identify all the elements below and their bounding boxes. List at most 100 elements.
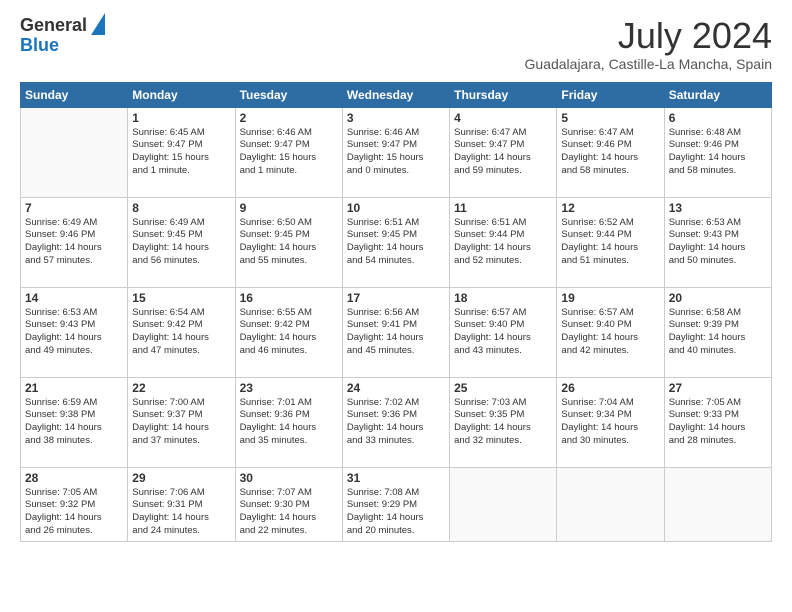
day-info: Sunrise: 6:57 AM Sunset: 9:40 PM Dayligh… [561, 307, 659, 358]
table-row: 21Sunrise: 6:59 AM Sunset: 9:38 PM Dayli… [21, 377, 128, 467]
table-row: 18Sunrise: 6:57 AM Sunset: 9:40 PM Dayli… [450, 287, 557, 377]
day-number: 19 [561, 291, 659, 305]
day-info: Sunrise: 7:05 AM Sunset: 9:33 PM Dayligh… [669, 397, 767, 448]
table-row: 24 Sunrise: 7:02 AM Sunset: 9:36 PM Dayli… [342, 377, 449, 467]
table-row: 6 Sunrise: 6:48 AM Sunset: 9:46 PM Daylig… [664, 107, 771, 197]
logo-text-line1: General [20, 16, 87, 36]
day-info: Sunrise: 6:54 AM Sunset: 9:42 PM Dayligh… [132, 307, 230, 358]
col-sunday: Sunday [21, 82, 128, 107]
day-number: 15 [132, 291, 230, 305]
day-info: Sunrise: 6:50 AM Sunset: 9:45 PM Dayligh… [240, 217, 338, 268]
header: General Blue July 2024 Guadalajara, Cast… [20, 16, 772, 72]
calendar-table: Sunday Monday Tuesday Wednesday Thursday… [20, 82, 772, 542]
calendar-week-row: 21Sunrise: 6:59 AM Sunset: 9:38 PM Dayli… [21, 377, 772, 467]
title-section: July 2024 Guadalajara, Castille-La Manch… [525, 16, 772, 72]
day-number: 20 [669, 291, 767, 305]
day-info: Sunrise: 6:51 AM Sunset: 9:44 PM Dayligh… [454, 217, 552, 268]
day-info: Sunrise: 7:04 AM Sunset: 9:34 PM Dayligh… [561, 397, 659, 448]
day-number: 3 [347, 111, 445, 125]
day-number: 8 [132, 201, 230, 215]
day-info: Sunrise: 6:45 AM Sunset: 9:47 PM Dayligh… [132, 127, 230, 178]
table-row: 28 Sunrise: 7:05 AM Sunset: 9:32 PM Dayli… [21, 467, 128, 541]
day-info: Sunrise: 7:05 AM Sunset: 9:32 PM Dayligh… [25, 487, 123, 538]
day-info: Sunrise: 7:03 AM Sunset: 9:35 PM Dayligh… [454, 397, 552, 448]
day-info: Sunrise: 6:55 AM Sunset: 9:42 PM Dayligh… [240, 307, 338, 358]
table-row [664, 467, 771, 541]
day-number: 7 [25, 201, 123, 215]
day-number: 18 [454, 291, 552, 305]
col-friday: Friday [557, 82, 664, 107]
day-number: 25 [454, 381, 552, 395]
day-number: 27 [669, 381, 767, 395]
calendar-week-row: 7 Sunrise: 6:49 AM Sunset: 9:46 PM Daylig… [21, 197, 772, 287]
day-number: 10 [347, 201, 445, 215]
day-number: 29 [132, 471, 230, 485]
day-number: 6 [669, 111, 767, 125]
table-row: 11 Sunrise: 6:51 AM Sunset: 9:44 PM Dayli… [450, 197, 557, 287]
day-info: Sunrise: 6:58 AM Sunset: 9:39 PM Dayligh… [669, 307, 767, 358]
day-info: Sunrise: 6:46 AM Sunset: 9:47 PM Dayligh… [240, 127, 338, 178]
table-row [450, 467, 557, 541]
day-number: 23 [240, 381, 338, 395]
day-info: Sunrise: 6:48 AM Sunset: 9:46 PM Dayligh… [669, 127, 767, 178]
table-row: 19 Sunrise: 6:57 AM Sunset: 9:40 PM Dayli… [557, 287, 664, 377]
table-row: 5 Sunrise: 6:47 AM Sunset: 9:46 PM Daylig… [557, 107, 664, 197]
day-info: Sunrise: 6:53 AM Sunset: 9:43 PM Dayligh… [25, 307, 123, 358]
day-info: Sunrise: 7:06 AM Sunset: 9:31 PM Dayligh… [132, 487, 230, 538]
day-number: 30 [240, 471, 338, 485]
calendar-week-row: 28 Sunrise: 7:05 AM Sunset: 9:32 PM Dayli… [21, 467, 772, 541]
day-number: 4 [454, 111, 552, 125]
col-tuesday: Tuesday [235, 82, 342, 107]
day-info: Sunrise: 6:47 AM Sunset: 9:46 PM Dayligh… [561, 127, 659, 178]
day-info: Sunrise: 7:00 AM Sunset: 9:37 PM Dayligh… [132, 397, 230, 448]
col-saturday: Saturday [664, 82, 771, 107]
table-row: 4 Sunrise: 6:47 AM Sunset: 9:47 PM Daylig… [450, 107, 557, 197]
day-info: Sunrise: 6:49 AM Sunset: 9:46 PM Dayligh… [25, 217, 123, 268]
table-row [557, 467, 664, 541]
logo-text-line2: Blue [20, 35, 59, 55]
day-info: Sunrise: 6:52 AM Sunset: 9:44 PM Dayligh… [561, 217, 659, 268]
logo: General Blue [20, 16, 105, 56]
month-title: July 2024 [525, 16, 772, 56]
table-row: 14Sunrise: 6:53 AM Sunset: 9:43 PM Dayli… [21, 287, 128, 377]
col-wednesday: Wednesday [342, 82, 449, 107]
day-number: 24 [347, 381, 445, 395]
logo-triangle-icon [91, 13, 105, 35]
day-info: Sunrise: 6:53 AM Sunset: 9:43 PM Dayligh… [669, 217, 767, 268]
day-number: 2 [240, 111, 338, 125]
table-row: 31 Sunrise: 7:08 AM Sunset: 9:29 PM Dayli… [342, 467, 449, 541]
day-info: Sunrise: 7:01 AM Sunset: 9:36 PM Dayligh… [240, 397, 338, 448]
day-number: 5 [561, 111, 659, 125]
location-subtitle: Guadalajara, Castille-La Mancha, Spain [525, 56, 772, 72]
table-row: 26 Sunrise: 7:04 AM Sunset: 9:34 PM Dayli… [557, 377, 664, 467]
day-number: 9 [240, 201, 338, 215]
table-row: 29 Sunrise: 7:06 AM Sunset: 9:31 PM Dayli… [128, 467, 235, 541]
day-info: Sunrise: 6:51 AM Sunset: 9:45 PM Dayligh… [347, 217, 445, 268]
day-number: 26 [561, 381, 659, 395]
day-info: Sunrise: 7:08 AM Sunset: 9:29 PM Dayligh… [347, 487, 445, 538]
day-number: 22 [132, 381, 230, 395]
day-number: 31 [347, 471, 445, 485]
day-info: Sunrise: 6:59 AM Sunset: 9:38 PM Dayligh… [25, 397, 123, 448]
table-row: 9 Sunrise: 6:50 AM Sunset: 9:45 PM Daylig… [235, 197, 342, 287]
calendar-header-row: Sunday Monday Tuesday Wednesday Thursday… [21, 82, 772, 107]
day-info: Sunrise: 6:47 AM Sunset: 9:47 PM Dayligh… [454, 127, 552, 178]
table-row: 3Sunrise: 6:46 AM Sunset: 9:47 PM Daylig… [342, 107, 449, 197]
day-number: 11 [454, 201, 552, 215]
table-row: 2 Sunrise: 6:46 AM Sunset: 9:47 PM Daylig… [235, 107, 342, 197]
table-row: 30 Sunrise: 7:07 AM Sunset: 9:30 PM Dayli… [235, 467, 342, 541]
page: General Blue July 2024 Guadalajara, Cast… [0, 0, 792, 612]
table-row: 23 Sunrise: 7:01 AM Sunset: 9:36 PM Dayli… [235, 377, 342, 467]
table-row: 16Sunrise: 6:55 AM Sunset: 9:42 PM Dayli… [235, 287, 342, 377]
table-row: 8 Sunrise: 6:49 AM Sunset: 9:45 PM Daylig… [128, 197, 235, 287]
day-number: 12 [561, 201, 659, 215]
table-row: 22 Sunrise: 7:00 AM Sunset: 9:37 PM Dayli… [128, 377, 235, 467]
day-info: Sunrise: 7:02 AM Sunset: 9:36 PM Dayligh… [347, 397, 445, 448]
day-info: Sunrise: 6:49 AM Sunset: 9:45 PM Dayligh… [132, 217, 230, 268]
day-number: 28 [25, 471, 123, 485]
day-number: 17 [347, 291, 445, 305]
day-info: Sunrise: 7:07 AM Sunset: 9:30 PM Dayligh… [240, 487, 338, 538]
table-row: 12 Sunrise: 6:52 AM Sunset: 9:44 PM Dayli… [557, 197, 664, 287]
day-info: Sunrise: 6:56 AM Sunset: 9:41 PM Dayligh… [347, 307, 445, 358]
table-row: 25 Sunrise: 7:03 AM Sunset: 9:35 PM Dayli… [450, 377, 557, 467]
